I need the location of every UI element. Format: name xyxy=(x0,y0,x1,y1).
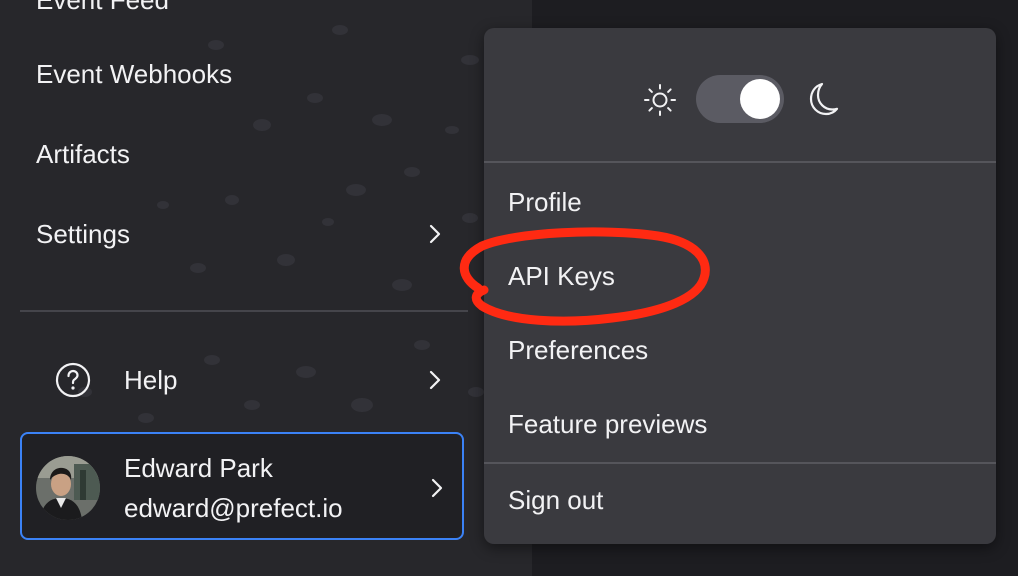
sidebar-item-artifacts[interactable]: Artifacts xyxy=(36,138,130,170)
user-email: edward@prefect.io xyxy=(124,493,343,523)
chevron-right-icon xyxy=(429,224,441,244)
sidebar-item-settings[interactable]: Settings xyxy=(36,218,130,250)
theme-toggle-knob xyxy=(740,79,780,119)
menu-item-api-keys[interactable]: API Keys xyxy=(508,260,615,292)
avatar xyxy=(36,456,100,520)
menu-item-preferences[interactable]: Preferences xyxy=(508,334,648,366)
help-menu-item[interactable]: Help xyxy=(20,350,468,410)
help-label: Help xyxy=(124,365,178,395)
question-circle-icon xyxy=(55,362,91,398)
theme-switcher xyxy=(484,28,996,162)
sidebar: Event Feed Event Webhooks Artifacts Sett… xyxy=(0,0,532,576)
sun-icon[interactable] xyxy=(642,82,678,118)
menu-item-profile[interactable]: Profile xyxy=(508,186,582,218)
menu-item-feature-previews[interactable]: Feature previews xyxy=(508,408,707,440)
chevron-right-icon xyxy=(429,370,441,390)
sidebar-item-event-webhooks[interactable]: Event Webhooks xyxy=(36,58,232,90)
app-window: Event Feed Event Webhooks Artifacts Sett… xyxy=(0,0,1018,576)
sidebar-divider xyxy=(20,310,468,312)
account-dropdown-menu: Profile API Keys Preferences Feature pre… xyxy=(484,28,996,544)
menu-item-sign-out[interactable]: Sign out xyxy=(508,484,603,516)
moon-icon[interactable] xyxy=(802,80,840,118)
sidebar-item-event-feed[interactable]: Event Feed xyxy=(36,0,169,16)
user-account-button[interactable]: Edward Park edward@prefect.io xyxy=(20,432,464,540)
user-name: Edward Park xyxy=(124,453,273,483)
menu-divider xyxy=(484,462,996,464)
menu-divider xyxy=(484,161,996,163)
theme-toggle[interactable] xyxy=(696,75,784,123)
chevron-right-icon xyxy=(431,478,443,498)
